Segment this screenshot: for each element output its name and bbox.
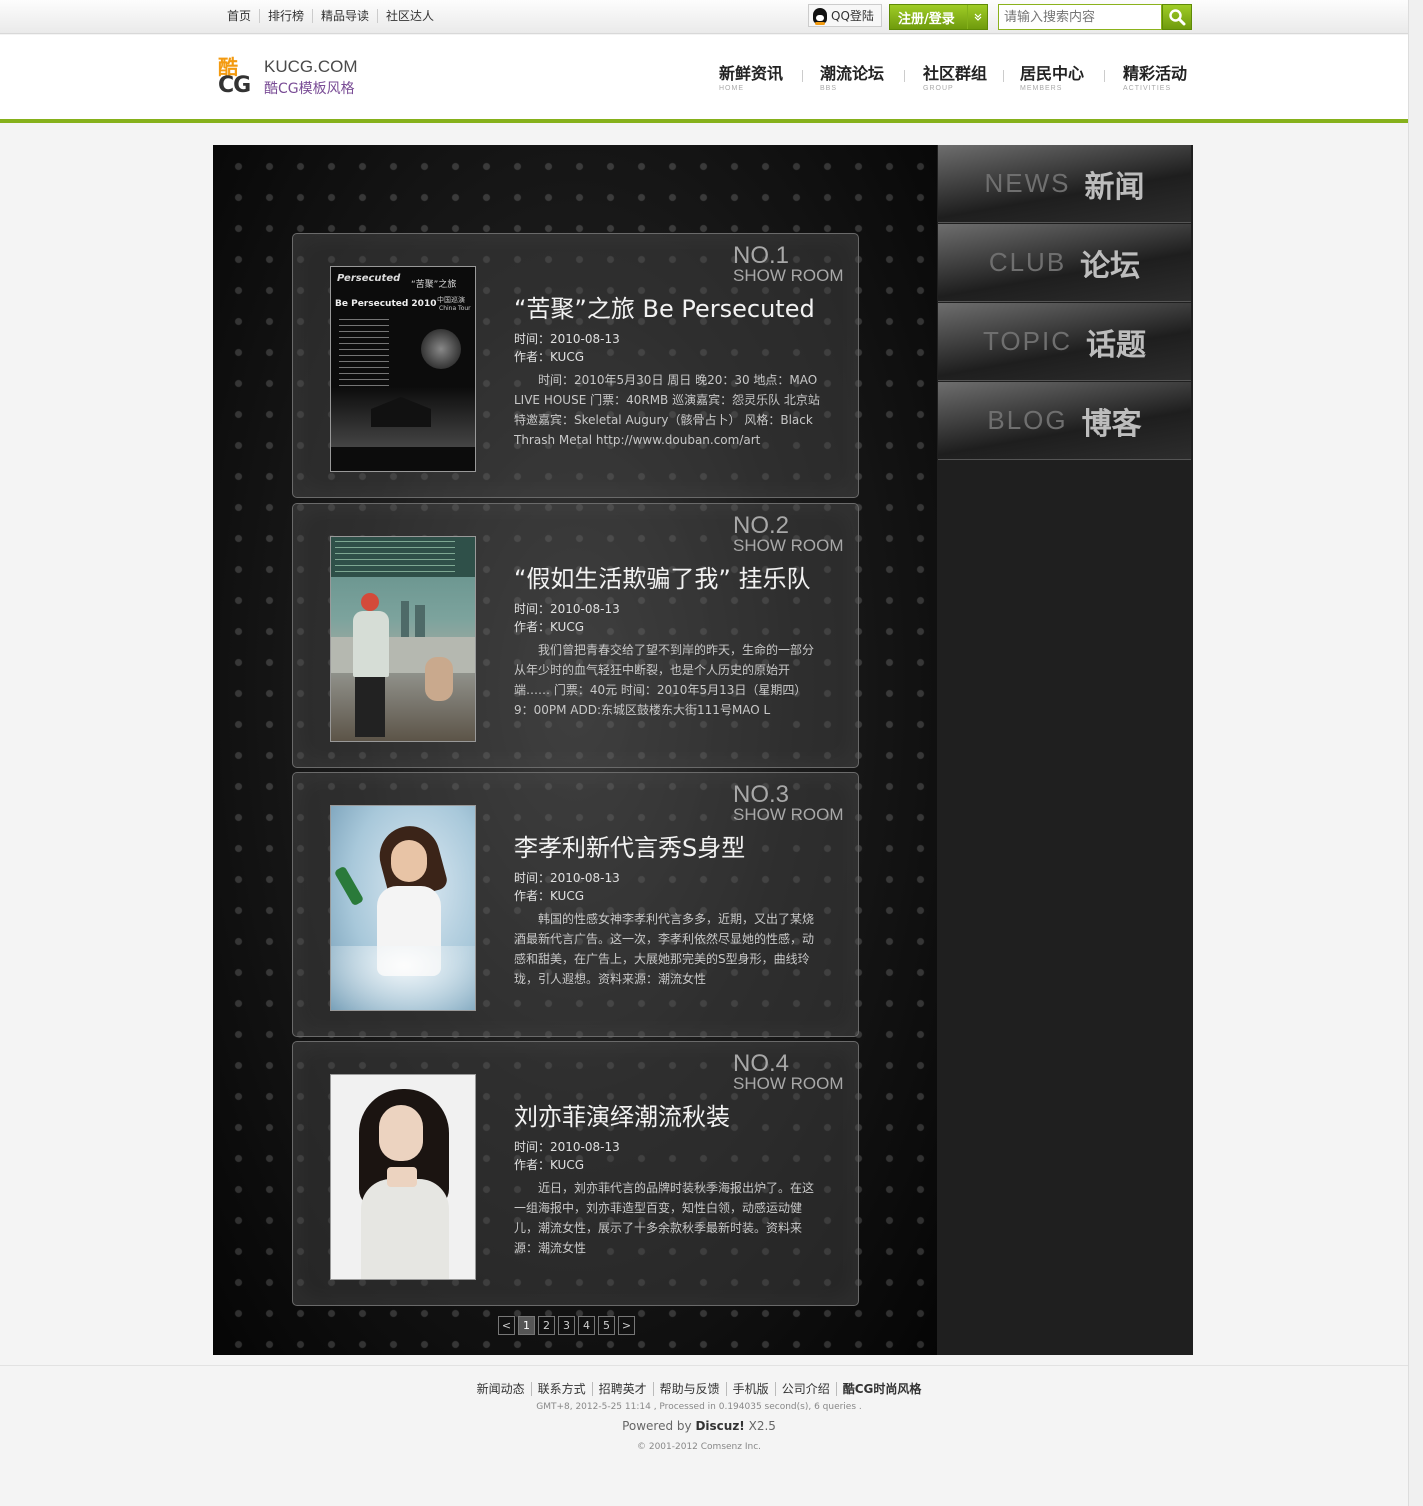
nav-item-members[interactable]: 居民中心 MEMBERS: [1020, 64, 1084, 92]
card-description: 时间：2010年5月30日 周日 晚20：30 地点：MAO LIVE HOUS…: [514, 373, 820, 447]
pagination: < 1 2 3 4 5 >: [498, 1316, 635, 1335]
card-title[interactable]: “假如生活欺骗了我” 挂乐队: [514, 562, 824, 596]
search-button[interactable]: [1162, 4, 1192, 30]
sidebar-item-topic[interactable]: TOPIC 话题: [938, 303, 1191, 381]
search-input[interactable]: [998, 4, 1162, 30]
card-meta: 时间：2010-08-13 作者：KUCG: [514, 871, 620, 903]
page-scrollbar[interactable]: [1408, 0, 1423, 1506]
footer-link-jobs[interactable]: 招聘英才: [591, 1382, 653, 1396]
poster-tour-sub-en: China Tour: [439, 305, 471, 312]
card-meta: 时间：2010-08-13 作者：KUCG: [514, 1140, 620, 1172]
top-link-ranking[interactable]: 排行榜: [259, 9, 312, 23]
top-bar: 首页 排行榜 精品导读 社区达人 QQ登陆 注册/登录: [0, 0, 1408, 34]
footer-link-news[interactable]: 新闻动态: [471, 1382, 531, 1396]
site-footer: 新闻动态 联系方式 招聘英才 帮助与反馈 手机版 公司介绍 酷CG时尚风格 GMT+8, 2…: [0, 1365, 1408, 1506]
top-link-experts[interactable]: 社区达人: [377, 9, 442, 23]
top-links: 首页 排行榜 精品导读 社区达人: [219, 9, 442, 23]
card-thumbnail[interactable]: [330, 805, 476, 1011]
pager-page-3[interactable]: 3: [558, 1316, 575, 1335]
nav-divider: [1003, 70, 1004, 82]
nav-divider: [904, 70, 905, 82]
footer-link-about[interactable]: 公司介绍: [774, 1382, 836, 1396]
logo-tagline: 酷CG模板风格: [264, 81, 355, 97]
card-rank: NO.1 SHOW ROOM: [733, 242, 844, 286]
footer-stats: GMT+8, 2012-5-25 11:14 , Processed in 0.…: [536, 1402, 862, 1412]
footer-link-help[interactable]: 帮助与反馈: [652, 1382, 726, 1396]
nav-divider: [802, 70, 803, 82]
pager-page-2[interactable]: 2: [538, 1316, 555, 1335]
card-title[interactable]: 刘亦菲演绎潮流秋装: [514, 1100, 824, 1134]
nav-item-group[interactable]: 社区群组 GROUP: [923, 64, 987, 92]
nav-item-news[interactable]: 新鲜资讯 HOME: [719, 64, 783, 92]
register-login-label: 注册/登录: [898, 11, 955, 27]
qq-penguin-icon: [813, 7, 827, 25]
card-thumbnail[interactable]: [330, 536, 476, 742]
footer-link-contact[interactable]: 联系方式: [530, 1382, 592, 1396]
footer-powered: Powered by Discuz! X2.5: [622, 1419, 776, 1433]
card-title[interactable]: 李孝利新代言秀S身型: [514, 831, 824, 865]
card-rank: NO.2 SHOW ROOM: [733, 512, 844, 556]
footer-link-brand[interactable]: 酷CG时尚风格: [835, 1382, 928, 1396]
poster-tour-sub-cn: 中国巡演: [437, 296, 465, 304]
nav-item-activities[interactable]: 精彩活动 ACTIVITIES: [1123, 64, 1187, 92]
card-thumbnail[interactable]: [330, 1074, 476, 1280]
showroom-card[interactable]: Persecuted “苦聚”之旅 Be Persecuted 2010 中国巡…: [292, 233, 859, 498]
pager-page-4[interactable]: 4: [578, 1316, 595, 1335]
showroom-card[interactable]: NO.3 SHOW ROOM 李孝利新代言秀S身型 时间：2010-08-13 作者…: [292, 772, 859, 1037]
poster-tour-title: Be Persecuted 2010: [335, 299, 437, 309]
site-header: [0, 35, 1408, 119]
card-description: 韩国的性感女神李孝利代言多多，近期，又出了某烧酒最新代言广告。这一次，李孝利依然…: [514, 912, 815, 986]
card-rank: NO.3 SHOW ROOM: [733, 781, 844, 825]
footer-copyright: © 2001-2012 Comsenz Inc.: [636, 1442, 762, 1452]
top-link-featured[interactable]: 精品导读: [312, 9, 377, 23]
showroom-card[interactable]: NO.4 SHOW ROOM 刘亦菲演绎潮流秋装 时间：2010-08-13 作者：…: [292, 1041, 859, 1306]
footer-link-mobile[interactable]: 手机版: [725, 1382, 775, 1396]
sidebar-item-blog[interactable]: BLOG 博客: [938, 382, 1191, 460]
chevron-down-icon[interactable]: [967, 5, 987, 29]
discuz-link[interactable]: Discuz!: [695, 1419, 744, 1433]
card-rank: NO.4 SHOW ROOM: [733, 1050, 844, 1094]
category-sidebar: NEWS 新闻 CLUB 论坛 TOPIC 话题 BLOG 博客: [937, 145, 1193, 1355]
card-description: 我们曾把青春交给了望不到岸的昨天，生命的一部分从年少时的血气轻狂中断裂，也是个人…: [514, 643, 815, 717]
qq-login-button[interactable]: QQ登陆: [808, 4, 882, 27]
logo-domain: KUCG.COM: [264, 57, 358, 76]
logo-mark: 酷 CG: [218, 55, 251, 98]
card-meta: 时间：2010-08-13 作者：KUCG: [514, 602, 620, 634]
qq-login-label: QQ登陆: [831, 9, 874, 23]
top-link-home[interactable]: 首页: [219, 9, 259, 23]
pager-prev[interactable]: <: [498, 1316, 515, 1335]
showroom-card[interactable]: NO.2 SHOW ROOM “假如生活欺骗了我” 挂乐队 时间：2010-08-…: [292, 503, 859, 768]
pager-next[interactable]: >: [618, 1316, 635, 1335]
poster-band-name: Persecuted: [337, 273, 401, 284]
card-meta: 时间：2010-08-13 作者：KUCG: [514, 332, 620, 364]
register-login-button[interactable]: 注册/登录: [889, 4, 988, 30]
sidebar-item-news[interactable]: NEWS 新闻: [938, 145, 1191, 223]
nav-item-forum[interactable]: 潮流论坛 BBS: [820, 64, 884, 92]
footer-links: 新闻动态 联系方式 招聘英才 帮助与反馈 手机版 公司介绍 酷CG时尚风格: [0, 1380, 1398, 1397]
card-description: 近日，刘亦菲代言的品牌时装秋季海报出炉了。在这一组海报中，刘亦菲造型百变，知性白…: [514, 1181, 815, 1255]
card-title[interactable]: “苦聚”之旅 Be Persecuted 2010: [514, 292, 824, 326]
search-icon: [1169, 9, 1186, 26]
header-accent-line: [0, 119, 1408, 123]
pager-page-1[interactable]: 1: [518, 1316, 535, 1335]
sidebar-item-club[interactable]: CLUB 论坛: [938, 224, 1191, 302]
nav-divider: [1104, 70, 1105, 82]
poster-tour-cn: “苦聚”之旅: [411, 280, 457, 290]
pager-page-5[interactable]: 5: [598, 1316, 615, 1335]
card-thumbnail[interactable]: Persecuted “苦聚”之旅 Be Persecuted 2010 中国巡…: [330, 266, 476, 472]
